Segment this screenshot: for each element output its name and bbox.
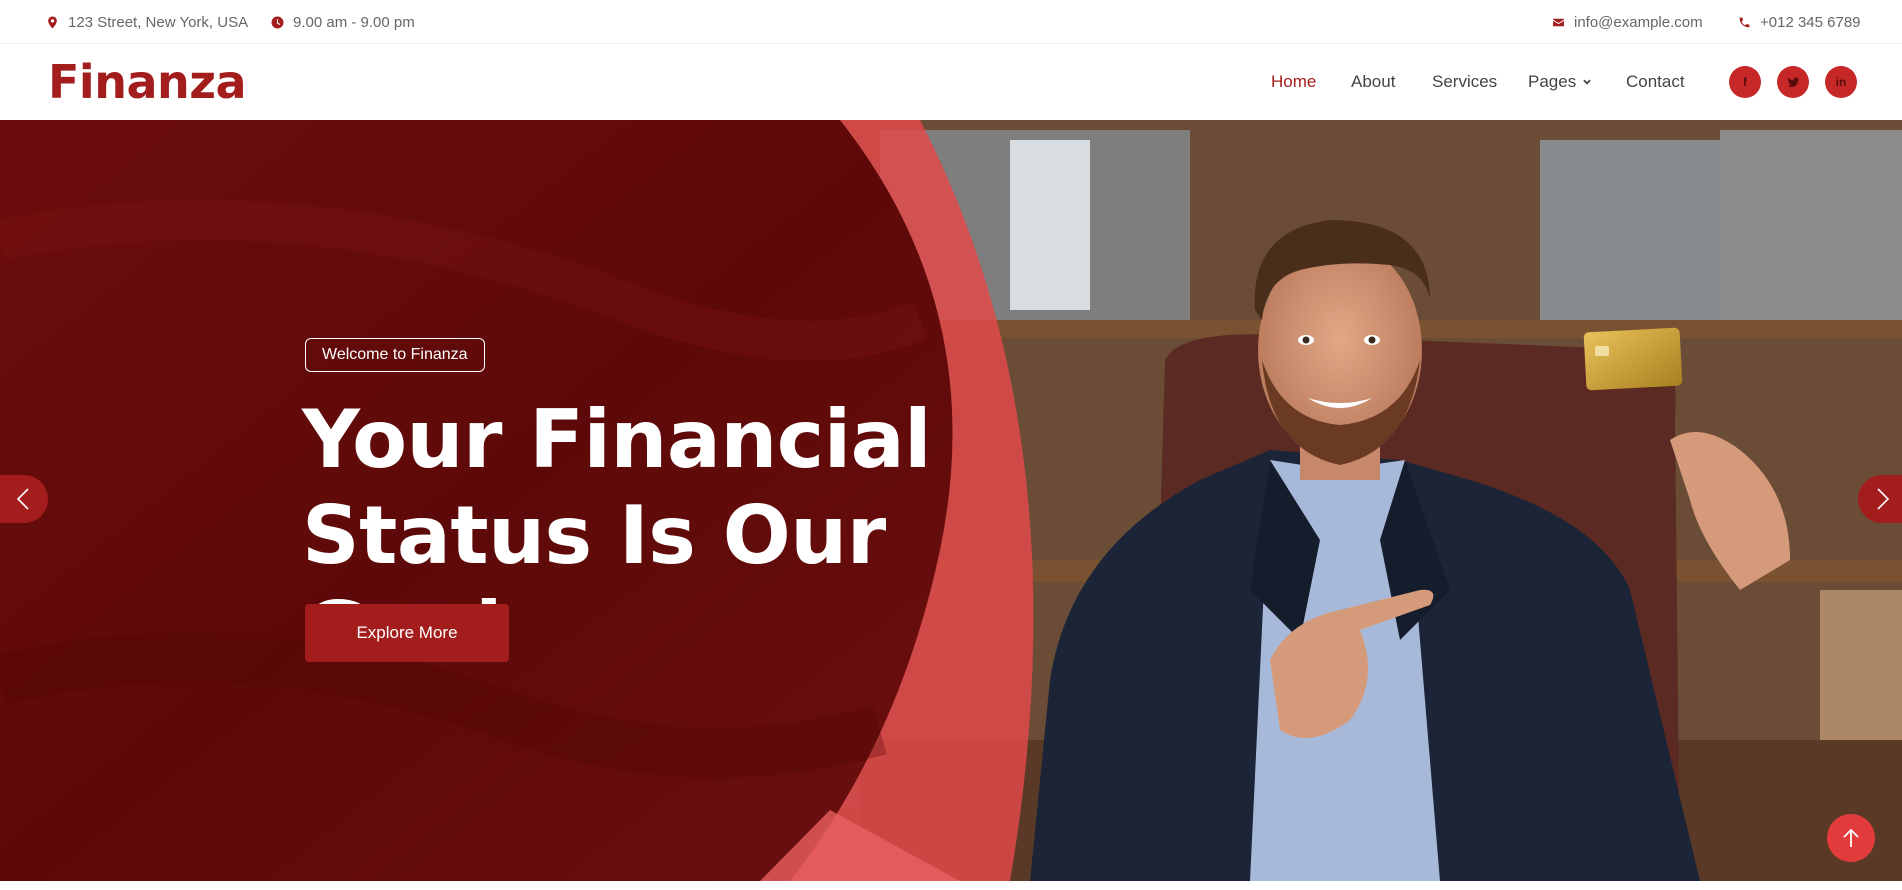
carousel-prev-button[interactable] bbox=[0, 475, 48, 523]
arrow-up-icon bbox=[1843, 828, 1859, 847]
chevron-right-icon bbox=[1877, 488, 1890, 510]
email-info[interactable]: info@example.com bbox=[1550, 0, 1703, 44]
nav-pages[interactable]: Pages bbox=[1528, 44, 1592, 120]
nav-about[interactable]: About bbox=[1351, 44, 1395, 120]
explore-more-button[interactable]: Explore More bbox=[305, 604, 509, 662]
hero-carousel: Welcome to Finanza Your Financial Status… bbox=[0, 120, 1902, 881]
top-info-bar: 123 Street, New York, USA 9.00 am - 9.00… bbox=[0, 0, 1902, 44]
address-text: 123 Street, New York, USA bbox=[68, 13, 249, 31]
map-marker-icon bbox=[44, 14, 60, 30]
carousel-next-button[interactable] bbox=[1858, 475, 1902, 523]
hours-text: 9.00 am - 9.00 pm bbox=[293, 13, 415, 31]
twitter-icon[interactable] bbox=[1777, 66, 1809, 98]
address-info: 123 Street, New York, USA bbox=[44, 0, 248, 44]
phone-icon bbox=[1736, 14, 1752, 30]
nav-services[interactable]: Services bbox=[1432, 44, 1497, 120]
envelope-icon bbox=[1550, 14, 1566, 30]
clock-icon bbox=[269, 14, 285, 30]
back-to-top-button[interactable] bbox=[1827, 814, 1875, 862]
chevron-down-icon bbox=[1582, 77, 1592, 87]
phone-info[interactable]: +012 345 6789 bbox=[1736, 0, 1861, 44]
welcome-badge: Welcome to Finanza bbox=[305, 338, 485, 372]
brand-logo[interactable]: Finanza bbox=[48, 54, 247, 110]
email-text[interactable]: info@example.com bbox=[1574, 14, 1703, 31]
facebook-icon[interactable]: f bbox=[1729, 66, 1761, 98]
nav-contact[interactable]: Contact bbox=[1626, 44, 1685, 120]
hero-title-line-1: Your Financial bbox=[302, 393, 932, 486]
hours-info: 9.00 am - 9.00 pm bbox=[269, 0, 415, 44]
main-navbar: Finanza Home About Services Pages Contac… bbox=[0, 44, 1902, 120]
nav-home[interactable]: Home bbox=[1271, 44, 1316, 120]
nav-pages-label: Pages bbox=[1528, 72, 1577, 91]
phone-text[interactable]: +012 345 6789 bbox=[1760, 14, 1861, 31]
chevron-left-icon bbox=[16, 488, 29, 510]
linkedin-icon[interactable]: in bbox=[1825, 66, 1857, 98]
